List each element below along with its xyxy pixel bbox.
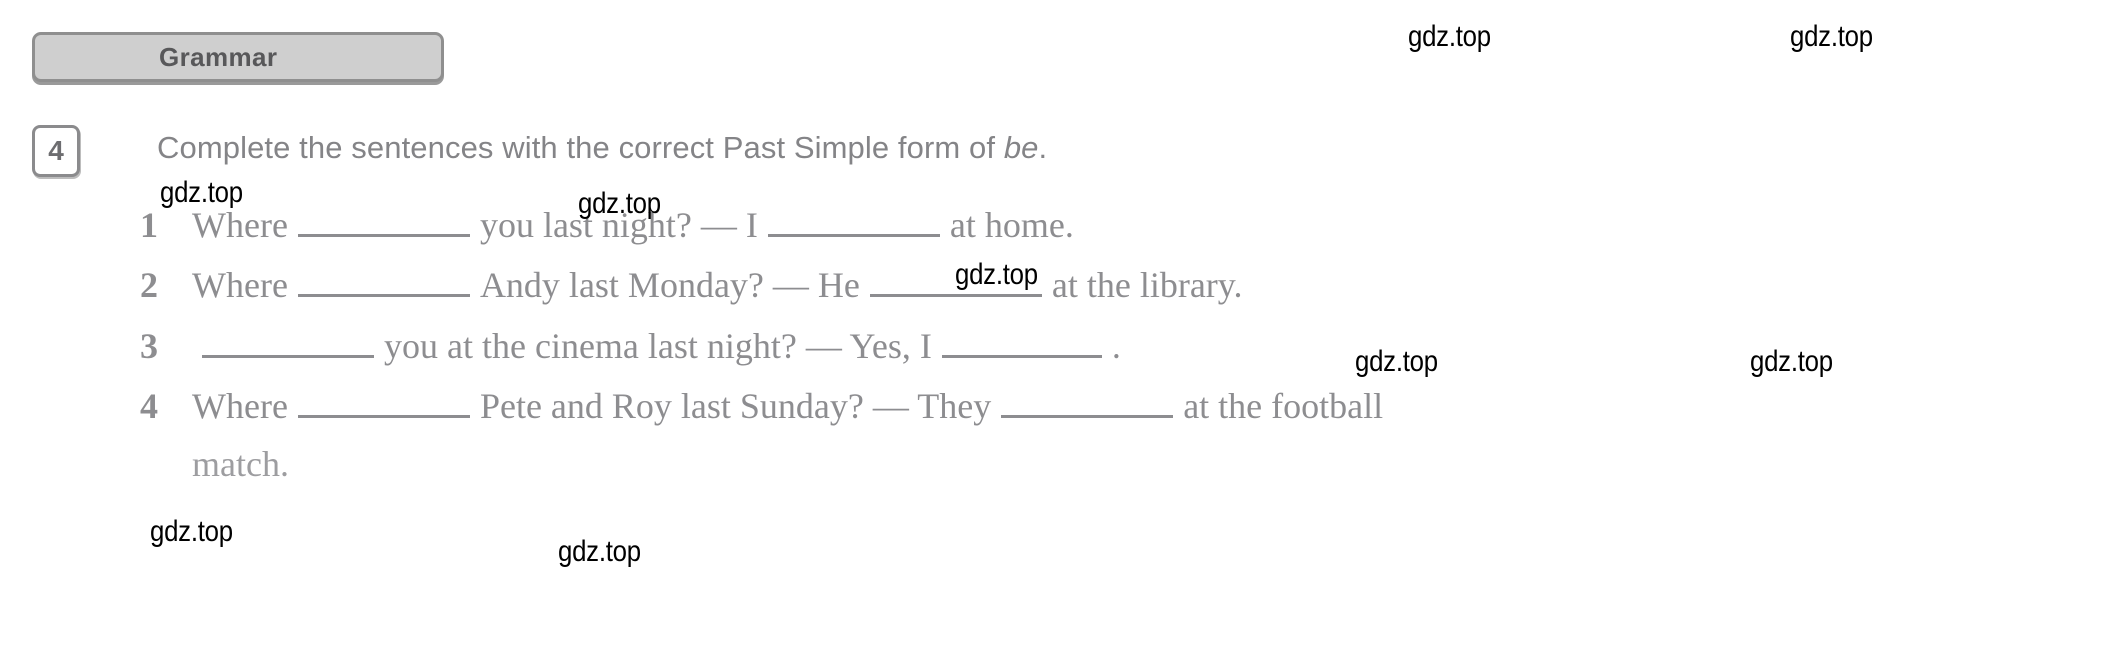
exercise-number: 4	[48, 135, 64, 166]
watermark: gdz.top	[160, 176, 243, 209]
item-number: 2	[140, 265, 158, 306]
watermark: gdz.top	[150, 515, 233, 548]
list-item: 4 Where Pete and Roy last Sunday? — They…	[140, 376, 2100, 436]
watermark: gdz.top	[1790, 20, 1873, 53]
instruction-prefix: Complete the sentences with the correct …	[157, 130, 1004, 165]
item-wrapped-text: match.	[192, 443, 289, 484]
grammar-section-header: Grammar	[32, 32, 444, 82]
item-number: 3	[140, 325, 158, 366]
answer-blank[interactable]	[1001, 382, 1174, 419]
item-text-a: Where	[192, 386, 288, 427]
answer-blank[interactable]	[297, 201, 470, 237]
item-number: 4	[140, 386, 158, 427]
watermark: gdz.top	[1750, 345, 1833, 378]
item-text-b: Andy last Monday? — He	[479, 265, 860, 306]
answer-blank[interactable]	[297, 382, 470, 419]
watermark: gdz.top	[1355, 345, 1438, 378]
watermark: gdz.top	[1408, 20, 1491, 53]
watermark: gdz.top	[578, 187, 661, 220]
answer-blank[interactable]	[297, 261, 470, 298]
list-item: 2 Where Andy last Monday? — He at the li…	[140, 255, 2100, 315]
item-text-b: you at the cinema last night? — Yes, I	[384, 325, 932, 366]
item-text-c: at the football	[1183, 386, 1384, 427]
grammar-section-label: Grammar	[159, 41, 278, 72]
list-item: 1 Where you last night? — I at home.	[140, 195, 2100, 255]
item-text-c: at home.	[949, 205, 1074, 245]
watermark: gdz.top	[558, 535, 641, 568]
exercise-instruction: Complete the sentences with the correct …	[157, 130, 1047, 166]
worksheet-page: Grammar 4 Complete the sentences with th…	[0, 0, 2112, 649]
item-text-c: .	[1111, 325, 1121, 366]
item-text-c: at the library.	[1051, 265, 1243, 306]
answer-blank[interactable]	[202, 322, 374, 358]
instruction-italic-word: be	[1003, 130, 1039, 165]
item-text-a: Where	[192, 265, 288, 306]
exercise-number-box: 4	[32, 125, 80, 177]
answer-blank[interactable]	[767, 201, 940, 237]
instruction-suffix: .	[1038, 130, 1048, 165]
item-text-b: Pete and Roy last Sunday? — They	[479, 386, 992, 427]
sentence-list: 1 Where you last night? — I at home. 2 W…	[140, 195, 2100, 491]
answer-blank[interactable]	[941, 322, 1102, 358]
watermark: gdz.top	[955, 258, 1038, 291]
